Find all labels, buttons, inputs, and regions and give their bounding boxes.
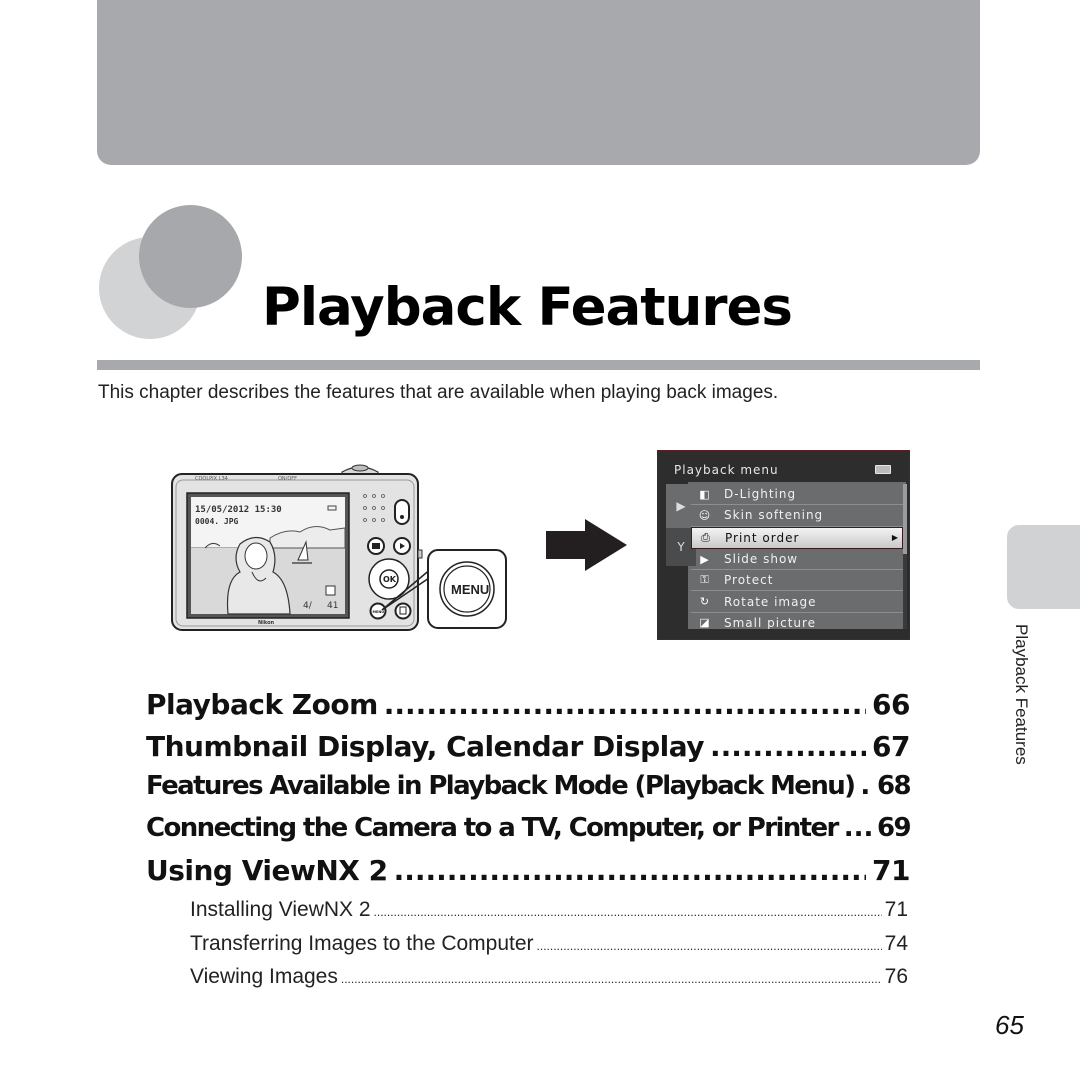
small-picture-icon: ◪ bbox=[699, 616, 711, 630]
protect-key-icon: ⚿ bbox=[700, 573, 710, 587]
chapter-side-tab[interactable] bbox=[1007, 525, 1080, 609]
chapter-circle-dark bbox=[139, 205, 242, 308]
toc-subentry-title: Transferring Images to the Computer bbox=[190, 931, 534, 955]
toc-entry-title: Using ViewNX 2 bbox=[146, 854, 388, 887]
toc-leader bbox=[844, 813, 871, 843]
chapter-title: Playback Features bbox=[262, 277, 793, 338]
screen-counter-left: 4/ bbox=[303, 601, 313, 611]
toc-subentry[interactable]: Installing ViewNX 2 71 bbox=[190, 898, 908, 932]
menu-footer bbox=[658, 629, 909, 639]
toc-entry-page: 71 bbox=[872, 854, 910, 887]
toc-entry-page: 67 bbox=[872, 729, 910, 763]
screen-date-text: 15/05/2012 15:30 bbox=[195, 505, 282, 515]
menu-title: Playback menu bbox=[674, 463, 779, 477]
toc-leader bbox=[341, 972, 882, 986]
screen-counter-right: 41 bbox=[327, 601, 338, 611]
toc-subentry-page: 76 bbox=[884, 965, 908, 988]
toc-subentry-title: Viewing Images bbox=[190, 965, 338, 988]
toc-leader bbox=[394, 854, 866, 887]
menu-callout-label: MENU bbox=[451, 582, 489, 597]
menu-item-label: Skin softening bbox=[724, 508, 824, 523]
toc-subentry[interactable]: Transferring Images to the Computer 74 bbox=[190, 932, 908, 966]
title-rule bbox=[97, 360, 980, 370]
screen-filename-text: 0004. JPG bbox=[195, 517, 239, 526]
toc-entry-page: 66 bbox=[872, 688, 910, 721]
menu-item-label: Protect bbox=[724, 573, 774, 588]
menu-list: ◧ D-Lighting ☺ Skin softening ⎙ Print or… bbox=[691, 484, 903, 635]
toc-major: Playback Zoom 66 Thumbnail Display, Cale… bbox=[146, 688, 910, 896]
toc-subentry[interactable]: Viewing Images 76 bbox=[190, 965, 908, 999]
toc-subentry-page: 74 bbox=[884, 931, 908, 955]
small-menu-button-label: MENU bbox=[373, 610, 385, 614]
toc-entry[interactable]: Thumbnail Display, Calendar Display 67 bbox=[146, 730, 910, 772]
camera-model-label: COOLPIX L34 bbox=[195, 476, 228, 482]
skin-softening-icon: ☺ bbox=[698, 508, 712, 522]
chapter-intro: This chapter describes the features that… bbox=[98, 382, 779, 403]
side-tab-label: Playback Features bbox=[1012, 624, 1031, 765]
toc-leader bbox=[860, 771, 871, 801]
menu-item-label: Print order bbox=[725, 530, 800, 545]
camera-back-drawing: COOLPIX L34 ON/OFF 15/05/2012 15:30 0004… bbox=[171, 464, 507, 631]
toc-minor: Installing ViewNX 2 71 Transferring Imag… bbox=[190, 898, 908, 999]
submenu-caret-icon: ▶ bbox=[891, 533, 899, 543]
right-arrow-icon bbox=[546, 519, 627, 571]
menu-scroll-thumb[interactable] bbox=[903, 484, 907, 554]
menu-item-label: D-Lighting bbox=[724, 487, 797, 502]
battery-icon bbox=[875, 465, 891, 474]
menu-item-label: Rotate image bbox=[724, 594, 817, 609]
ok-button-label: OK bbox=[383, 575, 397, 584]
toc-leader bbox=[710, 730, 866, 763]
page-number: 65 bbox=[995, 1010, 1024, 1040]
toc-subentry-page: 71 bbox=[884, 898, 908, 921]
toc-entry-title: Features Available in Playback Mode (Pla… bbox=[146, 771, 856, 801]
menu-item-label: Small picture bbox=[724, 615, 817, 630]
toc-leader bbox=[384, 688, 866, 721]
toc-subentry-title: Installing ViewNX 2 bbox=[190, 898, 371, 921]
toc-entry[interactable]: Playback Zoom 66 bbox=[146, 688, 910, 730]
chapter-banner bbox=[97, 0, 980, 165]
toc-entry[interactable]: Using ViewNX 2 71 bbox=[146, 854, 910, 896]
camera-illustration: COOLPIX L34 ON/OFF 15/05/2012 15:30 0004… bbox=[170, 460, 510, 640]
slide-show-icon: ▶ bbox=[700, 552, 710, 566]
camera-brand: Nikon bbox=[258, 620, 275, 626]
playback-menu-screen: Playback menu ▶ Y ◧ D-Lighting ☺ Skin so… bbox=[657, 450, 910, 640]
toc-leader bbox=[537, 939, 882, 953]
d-lighting-icon: ◧ bbox=[699, 487, 711, 501]
toc-entry-title: Connecting the Camera to a TV, Computer,… bbox=[146, 812, 839, 843]
menu-scrollbar[interactable] bbox=[903, 484, 907, 629]
toc-leader bbox=[374, 905, 882, 919]
menu-item-skin-softening[interactable]: ☺ Skin softening bbox=[691, 505, 903, 527]
menu-item-protect[interactable]: ⚿ Protect bbox=[691, 570, 903, 592]
print-order-icon: ⎙ bbox=[701, 530, 711, 544]
menu-item-slide-show[interactable]: ▶ Slide show bbox=[691, 549, 903, 571]
toc-entry-title: Playback Zoom bbox=[146, 688, 378, 721]
camera-power-label: ON/OFF bbox=[278, 476, 297, 482]
toc-entry-title: Thumbnail Display, Calendar Display bbox=[146, 729, 705, 763]
menu-item-label: Slide show bbox=[724, 552, 799, 567]
toc-entry[interactable]: Connecting the Camera to a TV, Computer,… bbox=[146, 813, 910, 855]
toc-entry[interactable]: Features Available in Playback Mode (Pla… bbox=[146, 771, 910, 813]
menu-item-rotate-image[interactable]: ↻ Rotate image bbox=[691, 591, 903, 613]
menu-item-d-lighting[interactable]: ◧ D-Lighting bbox=[691, 484, 903, 506]
toc-entry-page: 69 bbox=[877, 812, 910, 843]
toc-entry-page: 68 bbox=[877, 771, 910, 801]
menu-item-print-order[interactable]: ⎙ Print order ▶ bbox=[691, 526, 903, 549]
rotate-image-icon: ↻ bbox=[699, 595, 711, 609]
